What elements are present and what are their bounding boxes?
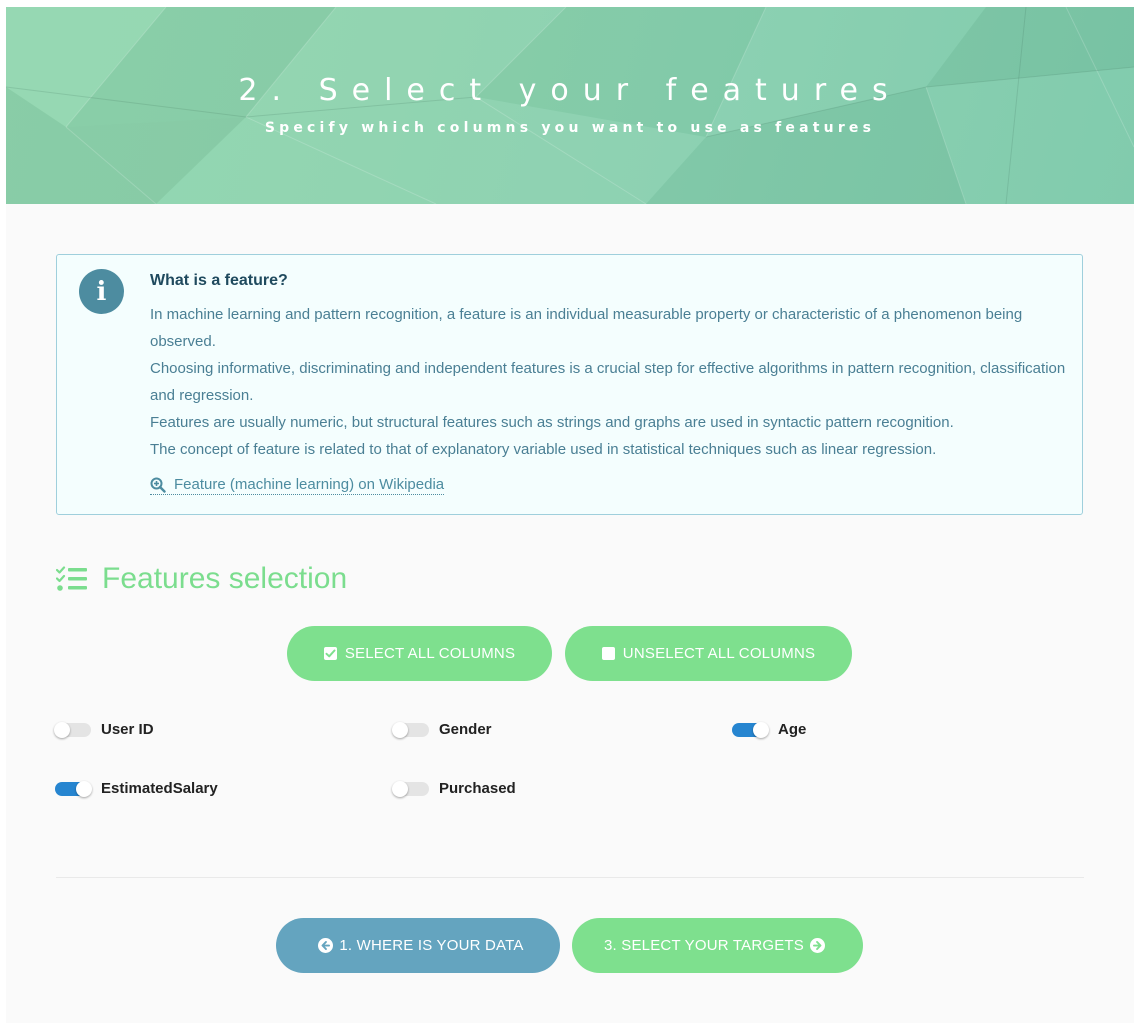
toggle-switch[interactable] bbox=[54, 721, 91, 738]
toggle-switch[interactable] bbox=[392, 721, 429, 738]
wikipedia-link[interactable]: Feature (machine learning) on Wikipedia bbox=[150, 476, 445, 495]
info-paragraph: In machine learning and pattern recognit… bbox=[150, 306, 1023, 350]
column-toggle-user-id[interactable]: User ID bbox=[54, 721, 154, 738]
column-label: User ID bbox=[101, 721, 154, 738]
tasks-icon bbox=[56, 566, 87, 591]
hero-banner: 2. Select your features Specify which co… bbox=[6, 7, 1134, 204]
unselect-all-columns-label: UNSELECT ALL COLUMNS bbox=[622, 645, 816, 662]
toggle-switch[interactable] bbox=[732, 721, 769, 738]
previous-step-button[interactable]: 1. WHERE IS YOUR DATA bbox=[276, 918, 560, 973]
column-label: Age bbox=[778, 721, 807, 738]
page-title: 2. Select your features bbox=[238, 73, 902, 108]
features-selection-heading: Features selection bbox=[56, 562, 347, 596]
column-label: EstimatedSalary bbox=[101, 780, 218, 797]
info-title: What is a feature? bbox=[150, 272, 288, 289]
section-divider bbox=[56, 877, 1084, 878]
arrow-circle-right-icon bbox=[810, 938, 825, 953]
next-step-button[interactable]: 3. SELECT YOUR TARGETS bbox=[572, 918, 863, 973]
previous-step-label: 1. WHERE IS YOUR DATA bbox=[339, 937, 524, 954]
page-subtitle: Specify which columns you want to use as… bbox=[264, 120, 876, 136]
arrow-circle-left-icon bbox=[318, 938, 334, 953]
info-paragraph: The concept of feature is related to tha… bbox=[150, 441, 937, 458]
wikipedia-link-label: Feature (machine learning) on Wikipedia bbox=[174, 476, 445, 493]
empty-square-icon bbox=[601, 647, 615, 660]
search-plus-icon bbox=[150, 477, 166, 493]
features-selection-title: Features selection bbox=[102, 562, 348, 595]
column-toggle-gender[interactable]: Gender bbox=[392, 721, 492, 738]
column-toggle-purchased[interactable]: Purchased bbox=[392, 780, 516, 797]
column-toggle-estimatedsalary[interactable]: EstimatedSalary bbox=[55, 780, 218, 797]
next-step-label: 3. SELECT YOUR TARGETS bbox=[603, 937, 804, 954]
checked-square-icon bbox=[323, 647, 337, 660]
toggle-switch[interactable] bbox=[55, 780, 92, 797]
info-paragraph: Choosing informative, discriminating and… bbox=[150, 360, 1066, 404]
feature-info-box: i What is a feature? In machine learning… bbox=[56, 254, 1083, 515]
info-icon: i bbox=[79, 269, 124, 314]
unselect-all-columns-button[interactable]: UNSELECT ALL COLUMNS bbox=[565, 626, 852, 681]
select-all-columns-label: SELECT ALL COLUMNS bbox=[344, 645, 516, 662]
column-toggle-age[interactable]: Age bbox=[732, 721, 806, 738]
column-label: Gender bbox=[439, 721, 492, 738]
select-all-columns-button[interactable]: SELECT ALL COLUMNS bbox=[287, 626, 552, 681]
column-label: Purchased bbox=[439, 780, 516, 797]
info-paragraph: Features are usually numeric, but struct… bbox=[150, 414, 954, 431]
page-frame: 2. Select your features Specify which co… bbox=[6, 7, 1134, 1023]
toggle-switch[interactable] bbox=[392, 780, 429, 797]
